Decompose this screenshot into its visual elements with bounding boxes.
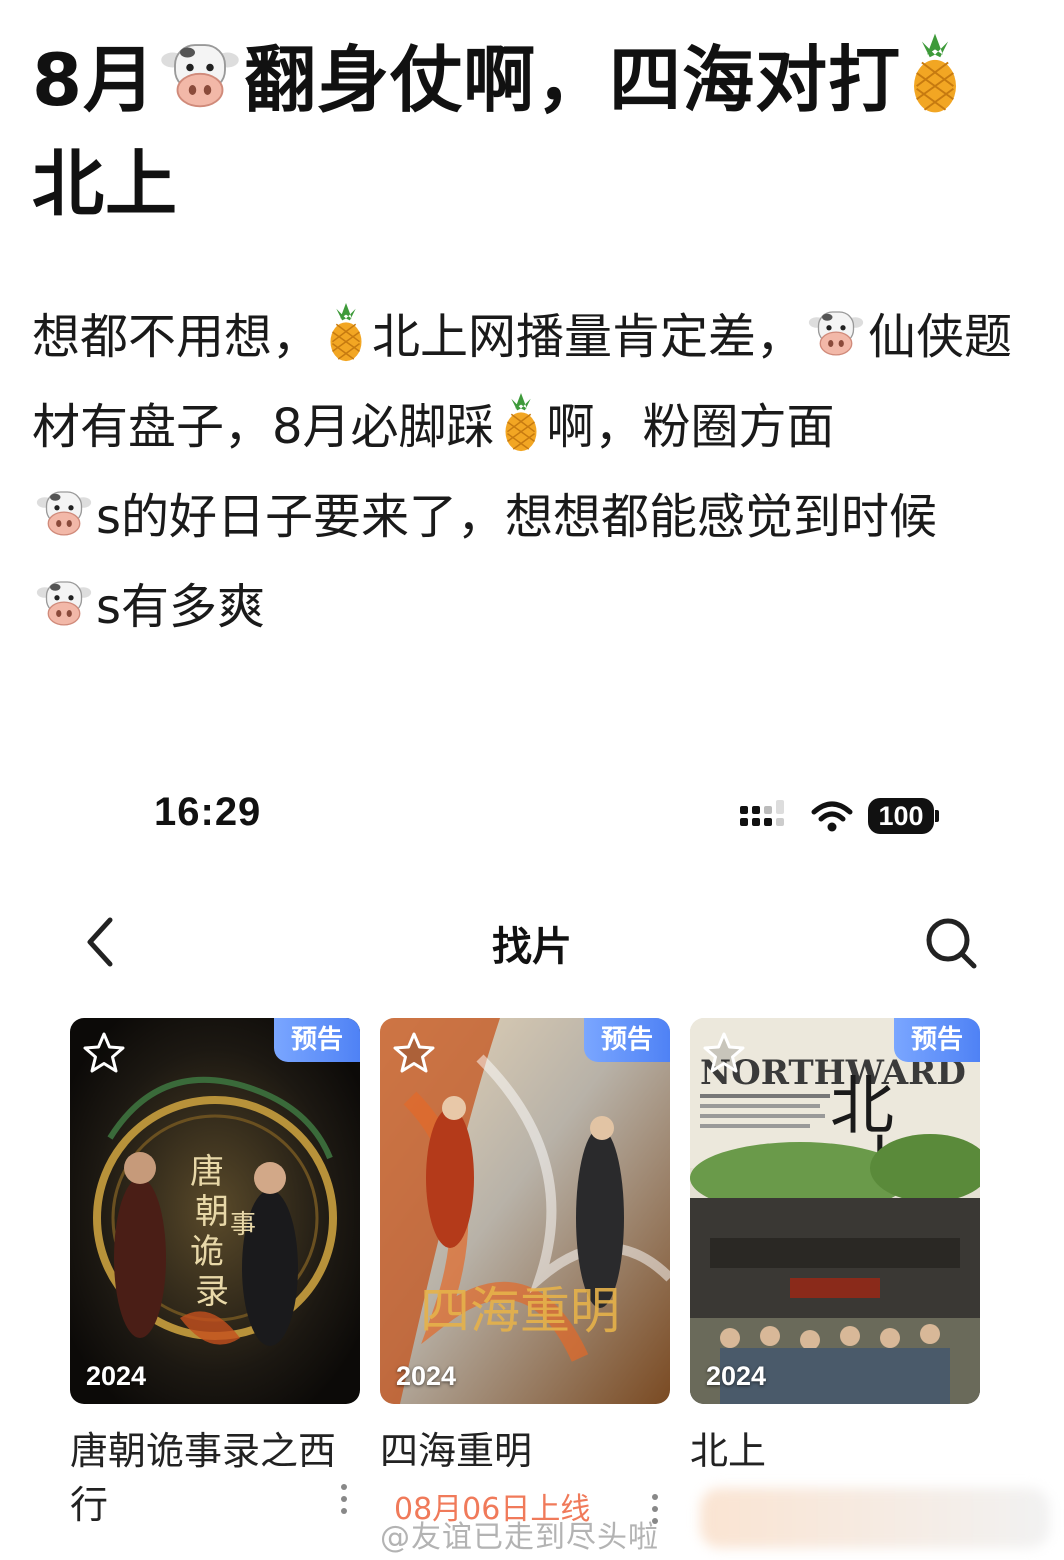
- status-bar-time: 16:29: [154, 790, 262, 834]
- more-options-icon[interactable]: [339, 1482, 349, 1516]
- svg-text:录: 录: [195, 1272, 229, 1312]
- blurred-area: [700, 1488, 1050, 1548]
- post-title-text-2: 翻身仗啊，四海对打: [244, 38, 902, 122]
- movie-card[interactable]: 四海重明 预告 2024 四海重明 08月06日上线: [380, 1018, 670, 1528]
- svg-text:四海重明: 四海重明: [420, 1282, 620, 1340]
- svg-text:朝: 朝: [195, 1192, 229, 1232]
- cow-face-icon: [36, 491, 92, 536]
- post-body-text-2: 北上网播量肯定差，: [372, 309, 805, 365]
- cow-face-icon: [161, 44, 239, 108]
- movie-poster[interactable]: 唐 朝 诡 事 录 预告 2024: [70, 1018, 360, 1404]
- battery-indicator: 100: [868, 798, 934, 834]
- movie-poster[interactable]: 四海重明 预告 2024: [380, 1018, 670, 1404]
- cow-face-icon: [36, 581, 92, 626]
- pineapple-icon: [914, 33, 957, 113]
- movie-poster[interactable]: NORTHWARD 北 上 预告 2024: [690, 1018, 980, 1404]
- favorite-star-icon[interactable]: [390, 1030, 438, 1078]
- movie-title[interactable]: 唐朝诡事录之西行: [70, 1424, 345, 1532]
- cellular-signal-icon: [740, 800, 784, 826]
- cow-face-icon: [808, 311, 864, 356]
- favorite-star-icon[interactable]: [700, 1030, 748, 1078]
- wifi-icon: [811, 801, 853, 832]
- post-body: 想都不用想， 北上网播量肯定差， 仙侠题材有盘子，8月必脚踩 啊，粉圈方面 s的…: [32, 292, 1022, 652]
- poster-year: 2024: [706, 1361, 767, 1391]
- pineapple-icon: [330, 302, 362, 362]
- trailer-badge: 预告: [274, 1018, 360, 1062]
- svg-text:事: 事: [230, 1210, 256, 1240]
- pineapple-icon: [505, 392, 537, 452]
- post-body-text-4: 啊，粉圈方面: [546, 399, 835, 455]
- post-title: 8月 翻身仗啊，四海对打 北上: [32, 28, 1022, 236]
- post-title-text-1: 8月: [32, 38, 157, 122]
- poster-year: 2024: [86, 1361, 147, 1391]
- watermark: @友谊已走到尽头啦: [380, 1520, 659, 1555]
- search-icon[interactable]: [920, 912, 980, 972]
- movie-card[interactable]: NORTHWARD 北 上 预告 2024 北上: [690, 1018, 980, 1478]
- post-body-text-5: s的好日子要来了，想想都能感觉到时候: [96, 489, 938, 545]
- post-body-text-1: 想都不用想，: [32, 309, 321, 365]
- movie-title[interactable]: 四海重明: [380, 1424, 655, 1478]
- svg-text:唐: 唐: [190, 1152, 224, 1192]
- status-bar-icons: 100: [738, 798, 948, 838]
- movie-title[interactable]: 北上: [690, 1424, 965, 1478]
- post-body-text-6: s有多爽: [96, 579, 266, 635]
- svg-text:诡: 诡: [190, 1232, 224, 1272]
- movie-card[interactable]: 唐 朝 诡 事 录 预告 2024 唐朝诡事录之西行: [70, 1018, 360, 1532]
- favorite-star-icon[interactable]: [80, 1030, 128, 1078]
- nav-title: 找片: [492, 924, 572, 970]
- trailer-badge: 预告: [894, 1018, 980, 1062]
- post-title-text-3: 北上: [32, 142, 179, 226]
- poster-year: 2024: [396, 1361, 457, 1391]
- battery-tip: [935, 810, 939, 822]
- trailer-badge: 预告: [584, 1018, 670, 1062]
